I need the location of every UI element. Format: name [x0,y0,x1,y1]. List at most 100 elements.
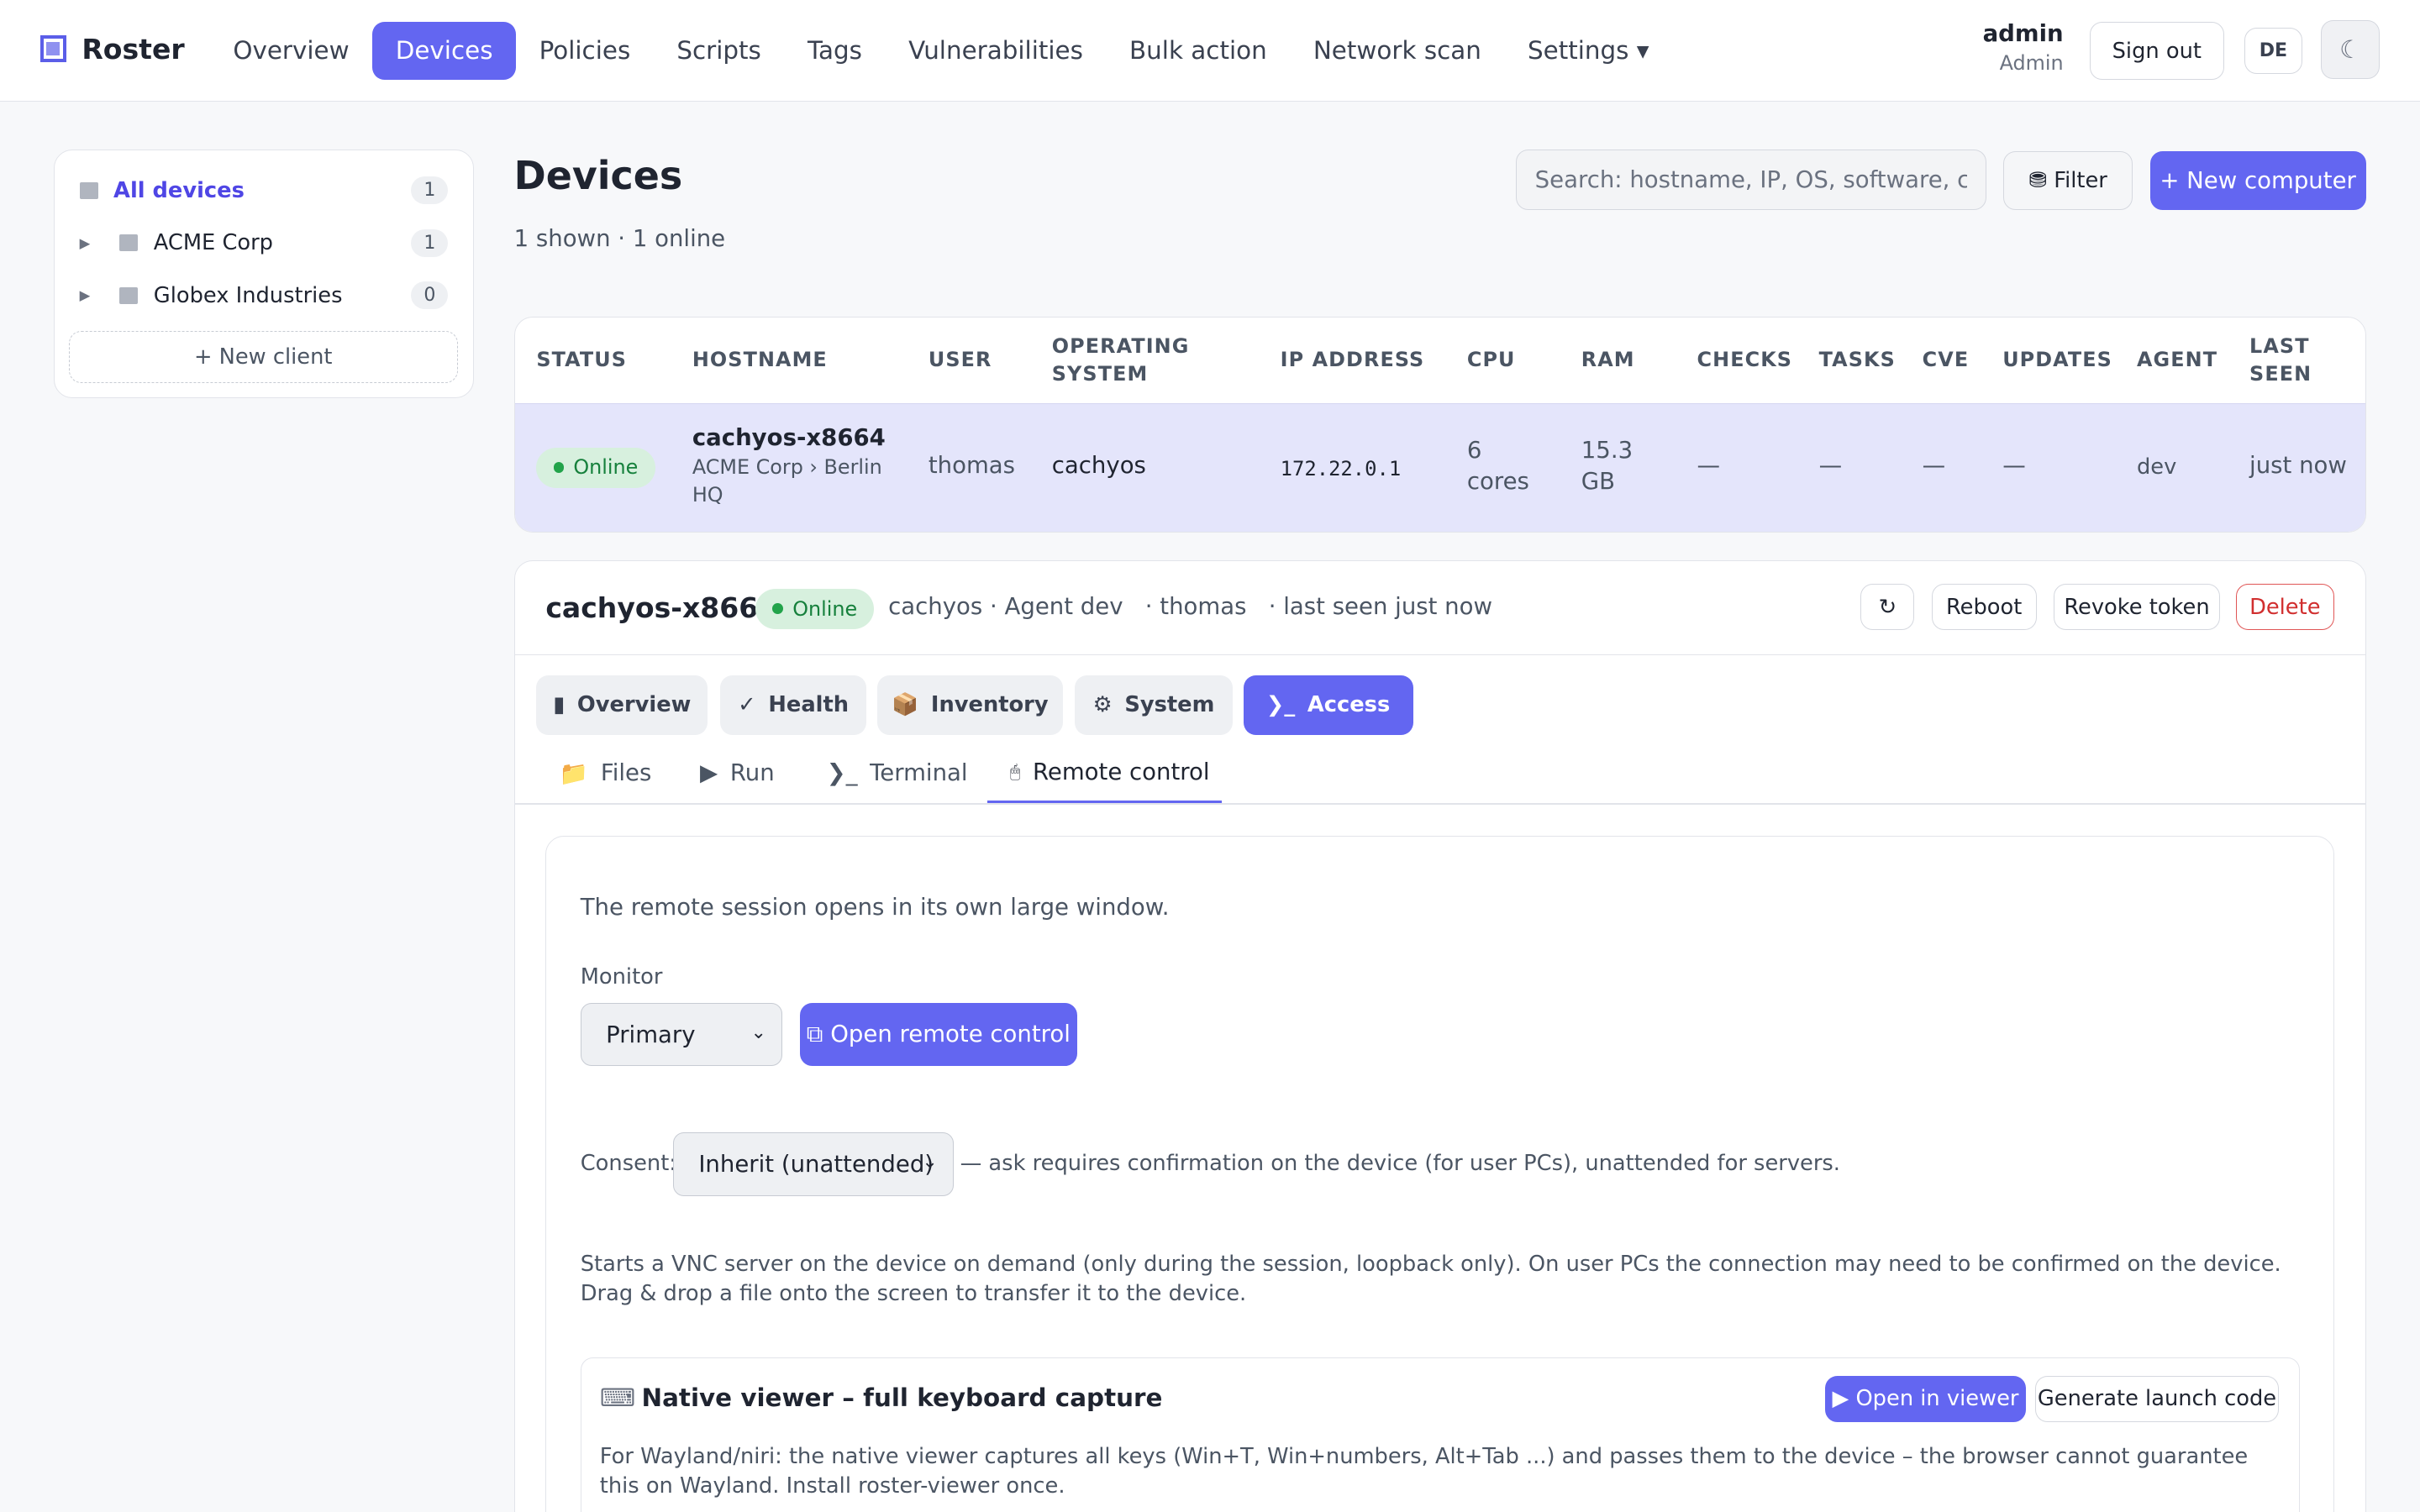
monitor-label: Monitor [580,964,663,990]
online-dot-icon [553,462,565,474]
device-count-badge: 0 [411,281,449,310]
sidebar-item-globex-industries[interactable]: ▶ Globex Industries 0 [80,276,449,316]
hostname-location: ACME Corp › Berlin HQ [692,455,882,507]
column-header-checks[interactable]: CHECKS [1697,346,1793,374]
native-viewer-title-text: Native viewer – full keyboard capture [641,1383,1163,1412]
expand-caret-icon[interactable]: ▶ [80,287,98,303]
generate-launch-code-button[interactable]: Generate launch code [2034,1375,2280,1422]
language-toggle-button[interactable]: DE [2244,28,2303,75]
sidebar-item-label: All devices [113,177,245,203]
chevron-down-icon: ⌄ [750,1022,766,1044]
tab-label: Health [768,692,850,718]
brand-name: Roster [82,32,185,66]
open-in-viewer-button[interactable]: ▶ Open in viewer [1825,1375,2026,1422]
monitor-select[interactable]: Primary ⌄ [580,1003,783,1067]
nav-policies[interactable]: Policies [516,22,654,81]
new-computer-button[interactable]: + New computer [2149,150,2366,210]
consent-note: — ask requires confirmation on the devic… [960,1151,1840,1177]
nav-bulk-action[interactable]: Bulk action [1106,22,1290,81]
subtab-files[interactable]: 📁 Files [560,743,651,803]
delete-button[interactable]: Delete [2235,584,2335,631]
nav-devices[interactable]: Devices [372,21,517,81]
column-header-last-seen[interactable]: LAST SEEN [2249,333,2327,388]
column-header-status[interactable]: STATUS [536,346,627,374]
new-client-button[interactable]: + New client [68,331,458,384]
status-label: Online [792,596,858,621]
device-count-badge: 1 [411,176,449,205]
updates-cell: — [2002,452,2026,480]
reboot-button[interactable]: Reboot [1931,584,2037,631]
column-header-ip-address[interactable]: IP ADDRESS [1281,346,1425,374]
roster-logo-icon [39,35,66,62]
sidebar-item-label: Globex Industries [153,282,343,308]
subtab-label: Run [729,759,775,787]
column-header-cve[interactable]: CVE [1923,346,1970,374]
mouse-icon: 🖱 [1010,761,1021,782]
tab-label: Overview [576,692,692,718]
theme-toggle-moon-icon[interactable]: ☾ [2321,19,2381,79]
tab-overview[interactable]: ▮ Overview [536,675,708,736]
checks-cell: — [1697,452,1721,480]
device-search-input[interactable] [1515,150,1986,210]
sign-out-button[interactable]: Sign out [2089,21,2224,81]
filter-button[interactable]: ⛃ Filter [2003,150,2133,210]
check-icon: ✓ [738,692,756,718]
consent-select[interactable]: Inherit (unattended) ⌄ [672,1132,955,1196]
terminal-icon: ❯_ [1265,692,1296,718]
building-icon [119,286,139,304]
subtab-divider [514,803,2365,805]
nav-settings-dropdown[interactable]: Settings ▾ [1504,22,1672,81]
building-icon [119,234,139,252]
subtab-terminal[interactable]: ❯_ Terminal [827,743,968,803]
refresh-icon[interactable]: ↻ [1860,584,1915,631]
brand[interactable]: Roster [39,32,185,66]
revoke-token-button[interactable]: Revoke token [2053,584,2221,631]
open-remote-control-button[interactable]: ⧉ Open remote control [799,1003,1078,1067]
device-summary: 1 shown · 1 online [513,225,726,253]
subtab-label: Files [600,759,652,787]
status-badge: Online [536,447,655,488]
package-icon: 📦 [892,692,919,718]
detail-hostname: cachyos-x8664 [545,591,778,625]
column-header-updates[interactable]: UPDATES [2002,346,2112,374]
hostname-text[interactable]: cachyos-x8664 [692,423,908,454]
column-header-user[interactable]: USER [929,346,992,374]
nav-tags[interactable]: Tags [784,22,885,81]
detail-header: cachyos-x8664 Online cachyos · Agent dev… [514,561,2365,655]
tab-inventory[interactable]: 📦 Inventory [877,675,1063,736]
tab-health[interactable]: ✓ Health [719,675,867,736]
page-title: Devices [513,152,683,198]
gear-icon: ⚙ [1092,692,1113,718]
consent-select-value: Inherit (unattended) [698,1150,934,1178]
play-icon: ▶ [700,759,718,787]
remote-control-card: The remote session opens in its own larg… [545,835,2335,1512]
nav-network-scan[interactable]: Network scan [1290,22,1504,81]
column-header-hostname[interactable]: HOSTNAME [692,346,828,374]
online-dot-icon [772,603,784,615]
column-header-tasks[interactable]: TASKS [1819,346,1896,374]
column-header-agent[interactable]: AGENT [2137,346,2217,374]
tab-label: Access [1307,692,1391,718]
column-header-ram[interactable]: RAM [1581,346,1635,374]
sidebar-item-acme-corp[interactable]: ▶ ACME Corp 1 [80,223,449,263]
chevron-down-icon: ⌄ [922,1152,938,1173]
nav-vulnerabilities[interactable]: Vulnerabilities [886,22,1107,81]
tab-system[interactable]: ⚙ System [1075,675,1233,736]
client-sidebar: All devices 1 ▶ ACME Corp 1 ▶ Globex Ind… [54,150,474,398]
monitor-select-value: Primary [606,1021,696,1048]
nav-overview[interactable]: Overview [210,22,372,81]
expand-caret-icon[interactable]: ▶ [80,235,98,251]
sidebar-item-all-devices[interactable]: All devices 1 [79,171,449,211]
status-badge: Online [755,588,875,629]
tab-access[interactable]: ❯_ Access [1243,675,1413,736]
column-header-operating-system[interactable]: OPERATING SYSTEM [1052,333,1207,388]
subtab-run[interactable]: ▶ Run [700,743,775,803]
subtab-remote-control[interactable]: 🖱 Remote control [986,743,1222,804]
user-info: admin Admin [1975,20,2064,76]
device-count-badge: 1 [411,228,449,257]
user-cell: thomas [928,452,1016,480]
table-row[interactable]: Online cachyos-x8664 ACME Corp › Berlin … [514,403,2365,532]
nav-scripts[interactable]: Scripts [654,22,785,81]
device-detail-panel: cachyos-x8664 Online cachyos · Agent dev… [513,559,2366,1512]
column-header-cpu[interactable]: CPU [1467,346,1516,374]
